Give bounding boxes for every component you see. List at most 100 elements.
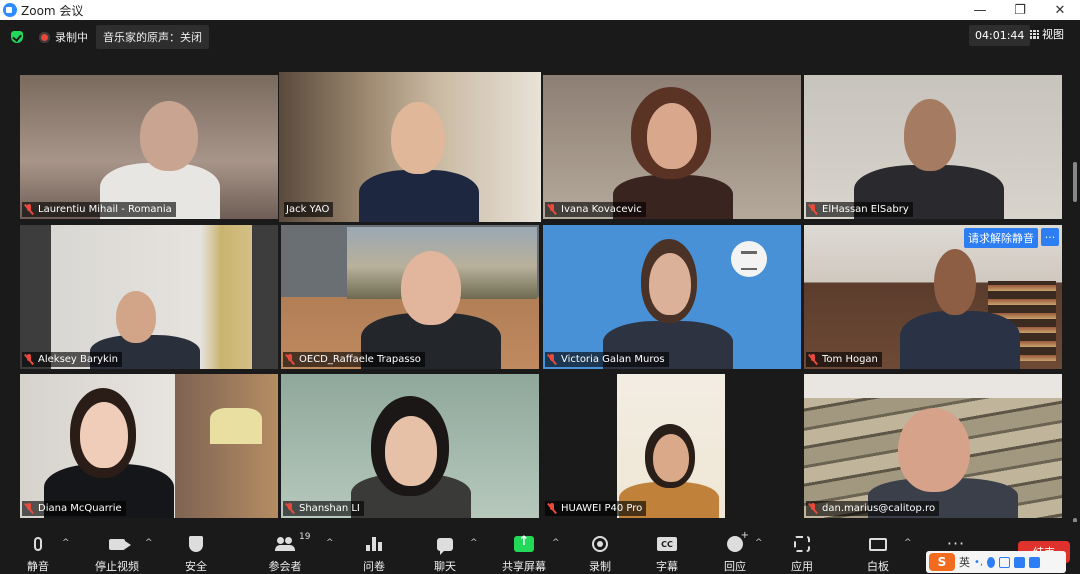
video-tile[interactable]: Aleksey Barykin [20,225,278,369]
polls-label: 问卷 [363,560,385,573]
voice-input-icon[interactable] [987,556,996,568]
mute-label: 静音 [27,560,49,573]
recording-icon[interactable] [39,31,50,43]
nameplate: Jack YAO [284,202,334,217]
video-tile[interactable]: ElHassan ElSabry [804,75,1062,219]
video-tile-active-speaker[interactable]: Jack YAO [279,72,541,222]
participant-name: Diana McQuarrie [38,503,122,514]
scrollbar-thumb[interactable] [1073,162,1077,202]
participants-options-chevron-icon[interactable]: ^ [326,538,334,548]
participant-name: Jack YAO [286,204,330,215]
polls-chart-icon [366,537,382,551]
nameplate: OECD_Raffaele Trapasso [283,352,425,367]
camera-icon [109,538,131,550]
ime-toolbar[interactable]: S 英 •, [926,551,1066,573]
sogou-logo-icon: S [929,553,955,571]
participant-count: 19 [299,532,311,542]
mic-muted-icon [808,204,818,215]
mic-muted-icon [547,204,557,215]
mic-muted-icon [285,503,295,514]
tile-more-button[interactable]: ··· [1041,228,1059,246]
participants-button[interactable]: 19 参会者 [255,532,315,574]
security-button[interactable]: 安全 [166,534,226,574]
video-tile[interactable]: Victoria Galan Muros [543,225,801,369]
ime-language[interactable]: 英 [959,554,970,570]
reactions-options-chevron-icon[interactable]: ^ [755,538,763,548]
grid-view-icon [1030,29,1039,39]
participant-name: dan.marius@calitop.ro [822,503,936,514]
video-tile[interactable]: dan.marius@calitop.ro [804,374,1062,518]
nameplate: Tom Hogan [806,352,882,367]
recording-status[interactable]: 录制中 [55,29,88,45]
participant-name: Laurentiu Mihail - Romania [38,204,172,215]
nameplate: Laurentiu Mihail - Romania [22,202,176,217]
whiteboard-options-chevron-icon[interactable]: ^ [904,538,912,548]
minimize-button[interactable]: — [960,0,1000,20]
participant-name: HUAWEI P40 Pro [561,503,643,514]
video-tile[interactable]: HUAWEI P40 Pro [543,374,801,518]
restore-button[interactable]: ❐ [1000,0,1040,20]
meeting-timer: 04:01:44 [969,25,1031,46]
security-label: 安全 [185,560,207,573]
participants-label: 参会者 [268,560,302,573]
participant-name: Ivana Kovacevic [561,204,642,215]
chat-button[interactable]: 聊天 [415,534,475,574]
original-sound-toggle[interactable]: 音乐家的原声：关闭 [96,25,209,49]
encryption-shield-icon[interactable] [11,31,23,43]
view-button[interactable]: 视图 [1030,26,1064,42]
toolbox-grid-icon[interactable] [1029,556,1041,568]
mute-button[interactable]: 静音 [8,534,68,574]
mic-muted-icon [547,503,557,514]
participant-name: OECD_Raffaele Trapasso [299,354,421,365]
polls-button[interactable]: 问卷 [344,534,404,574]
whiteboard-button[interactable]: 白板 [848,534,908,574]
video-options-chevron-icon[interactable]: ^ [145,538,153,548]
share-screen-icon [514,534,534,552]
video-tile[interactable]: 请求解除静音 ··· Tom Hogan [804,225,1062,369]
video-tile[interactable]: OECD_Raffaele Trapasso [281,225,539,369]
un-emblem-icon [731,241,767,277]
window-titlebar: Zoom 会议 — ❐ ✕ [0,0,1080,20]
microphone-icon [34,537,42,551]
meeting-toolbar: 静音 ^ 停止视频 ^ 安全 19 参会者 ^ 问卷 聊天 ^ 共享屏幕 ^ 录… [0,522,1080,574]
video-tile[interactable]: Laurentiu Mihail - Romania [20,75,278,219]
nameplate: Diana McQuarrie [22,501,126,516]
video-tile[interactable]: Ivana Kovacevic [543,75,801,219]
nameplate: Victoria Galan Muros [545,352,669,367]
captions-button[interactable]: CC 字幕 [637,534,697,574]
security-shield-icon [189,536,203,552]
reactions-label: 回应 [724,560,746,573]
video-tile[interactable]: Shanshan LI [281,374,539,518]
share-screen-button[interactable]: 共享屏幕 [494,534,554,574]
record-label: 录制 [589,560,611,573]
nameplate: Ivana Kovacevic [545,202,646,217]
keyboard-icon[interactable] [999,556,1011,568]
share-options-chevron-icon[interactable]: ^ [552,538,560,548]
mic-muted-icon [24,354,34,365]
meeting-topbar: 录制中 音乐家的原声：关闭 04:01:44 视图 [0,20,1080,54]
apps-label: 应用 [791,560,813,573]
apps-button[interactable]: 应用 [772,534,832,574]
mic-muted-icon [24,204,34,215]
mic-muted-icon [808,354,818,365]
captions-label: 字幕 [656,560,678,573]
mic-muted-icon [24,503,34,514]
request-unmute-button[interactable]: 请求解除静音 [964,228,1038,248]
chat-bubble-icon [437,537,453,555]
chat-options-chevron-icon[interactable]: ^ [470,538,478,548]
participant-name: ElHassan ElSabry [822,204,909,215]
punctuation-icon[interactable]: •, [974,557,983,568]
record-button[interactable]: 录制 [570,534,630,574]
participant-name: Shanshan LI [299,503,360,514]
emoji-icon [727,530,749,552]
nameplate: ElHassan ElSabry [806,202,913,217]
closed-captions-icon: CC [657,537,677,551]
stop-video-button[interactable]: 停止视频 [87,534,147,574]
more-dots-icon: ··· [946,534,966,553]
view-label: 视图 [1042,28,1064,41]
close-button[interactable]: ✕ [1040,0,1080,20]
whiteboard-icon [869,537,887,551]
skin-shirt-icon[interactable] [1014,556,1026,568]
mute-options-chevron-icon[interactable]: ^ [62,538,70,548]
video-tile[interactable]: Diana McQuarrie [20,374,278,518]
